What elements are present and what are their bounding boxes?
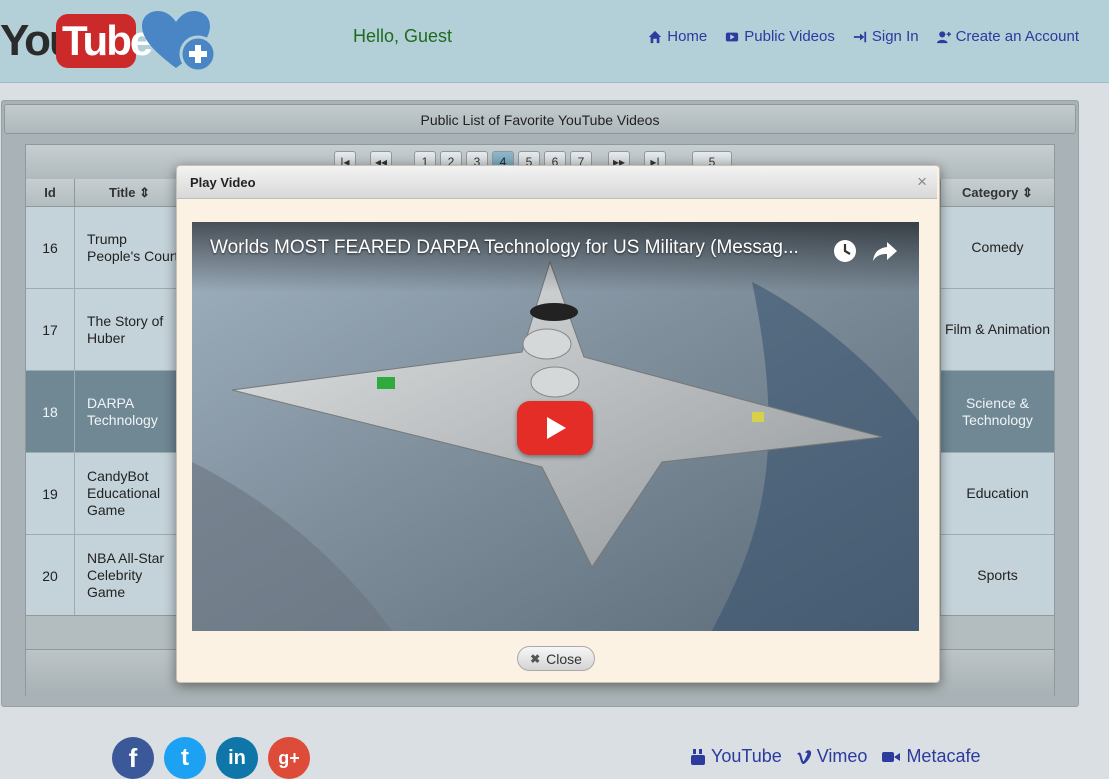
logo-tube-text: Tube [62,17,153,64]
footer-vimeo-label: Vimeo [816,746,868,766]
column-header-title-label: Title [108,185,136,200]
footer-youtube-label: YouTube [711,746,782,766]
sign-in-icon [853,31,866,42]
youtube-icon [691,748,705,765]
nav-public-videos-link[interactable]: Public Videos [725,28,835,45]
cell-title: DARPA Technology [75,371,185,452]
cell-category: Sports [940,535,1054,616]
cell-title: CandyBot Educational Game [75,453,185,534]
add-user-icon [936,30,951,43]
nav-public-videos-label: Public Videos [744,28,835,45]
dialog-close-icon[interactable]: × [917,172,927,192]
logo-tube-box: Tube [56,14,153,68]
twitter-icon[interactable]: t [164,737,206,779]
watch-later-icon[interactable] [832,238,858,264]
video-title[interactable]: Worlds MOST FEARED DARPA Technology for … [210,237,799,259]
nav-sign-in-label: Sign In [871,28,919,45]
linkedin-icon[interactable]: in [216,737,258,779]
nav-create-account-label: Create an Account [955,28,1079,45]
column-header-id[interactable]: Id [26,179,75,207]
share-icon[interactable] [872,238,898,264]
sort-icon: ⇕ [139,185,151,200]
vimeo-icon [796,749,811,764]
play-button[interactable] [517,401,593,455]
cell-id: 20 [26,535,75,616]
site-header: You Tube Hello, Guest Home Public Videos… [0,0,1109,83]
cell-id: 16 [26,207,75,288]
google-plus-icon[interactable]: g+ [268,737,310,779]
cell-category: Science & Technology [940,371,1054,452]
footer-youtube-link[interactable]: YouTube [690,746,782,767]
facebook-icon[interactable]: f [112,737,154,779]
nav-home-label: Home [667,28,708,45]
close-x-icon: ✖ [530,651,541,666]
close-button[interactable]: ✖ Close [517,646,595,671]
dialog-title: Play Video [190,175,256,190]
greeting-text: Hello, Guest [353,26,453,46]
footer-vimeo-link[interactable]: Vimeo [796,746,868,767]
heart-plus-icon [142,11,217,72]
column-header-category[interactable]: Category ⇕ [940,179,1054,207]
cell-category: Comedy [940,207,1054,288]
cell-title: The Story of Huber [75,289,185,370]
metacafe-icon [882,751,901,762]
linkedin-glyph: in [228,746,246,769]
cell-id: 19 [26,453,75,534]
sort-icon: ⇕ [1022,185,1033,200]
twitter-glyph: t [181,744,189,771]
footer-metacafe-link[interactable]: Metacafe [881,746,980,767]
cell-id: 17 [26,289,75,370]
home-icon [649,30,662,43]
footer-links: YouTube Vimeo Metacafe [690,746,980,767]
close-button-label: Close [546,650,582,667]
dialog-header: Play Video × [177,166,937,199]
cell-title: Trump People's Court [75,207,185,288]
column-header-category-label: Category [962,185,1019,200]
footer-metacafe-label: Metacafe [906,746,981,766]
column-header-title[interactable]: Title ⇕ [75,179,185,207]
panel-title: Public List of Favorite YouTube Videos [4,104,1076,134]
google-plus-glyph: g+ [278,747,300,768]
cell-title: NBA All-Star Celebrity Game [75,535,185,616]
nav-create-account-link[interactable]: Create an Account [936,28,1079,45]
top-nav: Home Public Videos Sign In Create an Acc… [648,28,1079,45]
cell-category: Film & Animation [940,289,1054,370]
cell-id: 18 [26,371,75,452]
video-icon [726,32,739,41]
play-video-dialog: Play Video × Worlds MOST FEARED DARPA Te… [176,165,940,683]
nav-home-link[interactable]: Home [648,28,707,45]
facebook-glyph: f [128,742,138,773]
cell-category: Education [940,453,1054,534]
video-player[interactable]: Worlds MOST FEARED DARPA Technology for … [192,222,919,631]
nav-sign-in-link[interactable]: Sign In [853,28,919,45]
